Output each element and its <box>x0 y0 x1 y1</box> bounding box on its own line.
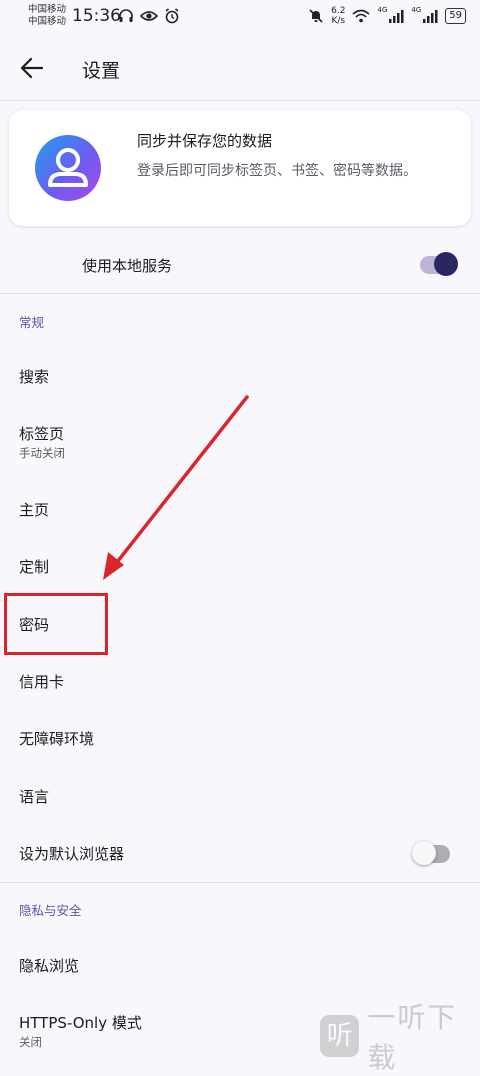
default-browser-toggle[interactable] <box>412 841 450 865</box>
alarm-icon <box>165 8 179 24</box>
divider <box>0 293 480 294</box>
wifi-icon <box>352 9 371 23</box>
app-bar: 设置 <box>0 36 480 100</box>
network-speed: 6.2 K/s <box>331 6 346 26</box>
account-sync-card[interactable]: 同步并保存您的数据 登录后即可同步标签页、书签、密码等数据。 <box>9 110 471 226</box>
back-arrow-icon[interactable] <box>18 54 46 82</box>
settings-item-language[interactable]: 语言 <box>0 767 480 825</box>
settings-item-label: 主页 <box>19 501 50 519</box>
settings-item-sublabel: 手动关闭 <box>19 446 65 460</box>
clock: 15:36 <box>72 6 121 26</box>
settings-item-default-browser[interactable]: 设为默认浏览器 <box>0 824 480 882</box>
local-service-row[interactable]: 使用本地服务 <box>0 238 480 292</box>
settings-item-label: 无障碍环境 <box>19 730 95 748</box>
watermark-text: 一听下载 <box>367 1001 458 1074</box>
sync-card-title: 同步并保存您的数据 <box>137 132 273 150</box>
signal-bars-icon <box>389 10 404 23</box>
carrier-2: 中国移动 <box>28 16 67 27</box>
sync-card-subtitle: 登录后即可同步标签页、书签、密码等数据。 <box>137 163 417 179</box>
battery-indicator: 59 <box>445 8 466 24</box>
settings-item-homepage[interactable]: 主页 <box>0 480 480 538</box>
carrier-info: 中国移动 中国移动 <box>28 4 66 28</box>
settings-item-search[interactable]: 搜索 <box>0 347 480 405</box>
settings-item-customize[interactable]: 定制 <box>0 537 480 595</box>
settings-item-label: 搜索 <box>19 368 50 386</box>
page-title: 设置 <box>82 60 121 82</box>
settings-item-label: 隐私浏览 <box>19 957 80 975</box>
status-icons-left <box>118 8 180 24</box>
settings-item-sublabel: 关闭 <box>19 1035 42 1049</box>
settings-item-tabs[interactable]: 标签页 手动关闭 <box>0 405 480 463</box>
settings-item-label: 标签页 <box>19 425 65 443</box>
settings-item-label: 设为默认浏览器 <box>19 845 125 863</box>
status-icons-right: 6.2 K/s 4G 4G 59 <box>308 6 466 26</box>
settings-item-label: 定制 <box>19 558 50 576</box>
watermark: 听 一听下载 <box>320 996 480 1076</box>
carrier-1: 中国移动 <box>28 4 67 15</box>
settings-item-label: 语言 <box>19 788 50 806</box>
settings-item-credit-cards[interactable]: 信用卡 <box>0 652 480 710</box>
signal-2-label: 4G <box>411 6 422 14</box>
settings-item-private-browsing[interactable]: 隐私浏览 <box>0 936 480 994</box>
signal-1-label: 4G <box>377 6 388 14</box>
signal-bars-icon <box>423 10 438 23</box>
local-service-label: 使用本地服务 <box>82 257 173 275</box>
section-header-privacy: 隐私与安全 <box>19 903 82 918</box>
settings-item-label: 信用卡 <box>19 673 65 691</box>
status-bar: 中国移动 中国移动 15:36 6.2 K/s 4G 4G 59 <box>0 0 480 36</box>
account-avatar-icon <box>35 135 101 201</box>
annotation-highlight-box <box>4 593 108 655</box>
eye-icon <box>140 11 158 21</box>
local-service-toggle[interactable] <box>420 252 458 276</box>
section-header-general: 常规 <box>19 315 45 330</box>
settings-item-accessibility[interactable]: 无障碍环境 <box>0 709 480 767</box>
mute-bell-icon <box>309 9 323 23</box>
headphones-icon <box>119 9 133 22</box>
settings-item-label: HTTPS-Only 模式 <box>19 1014 142 1032</box>
divider <box>0 882 480 883</box>
divider <box>0 100 480 101</box>
watermark-logo-icon: 听 <box>320 1015 360 1057</box>
